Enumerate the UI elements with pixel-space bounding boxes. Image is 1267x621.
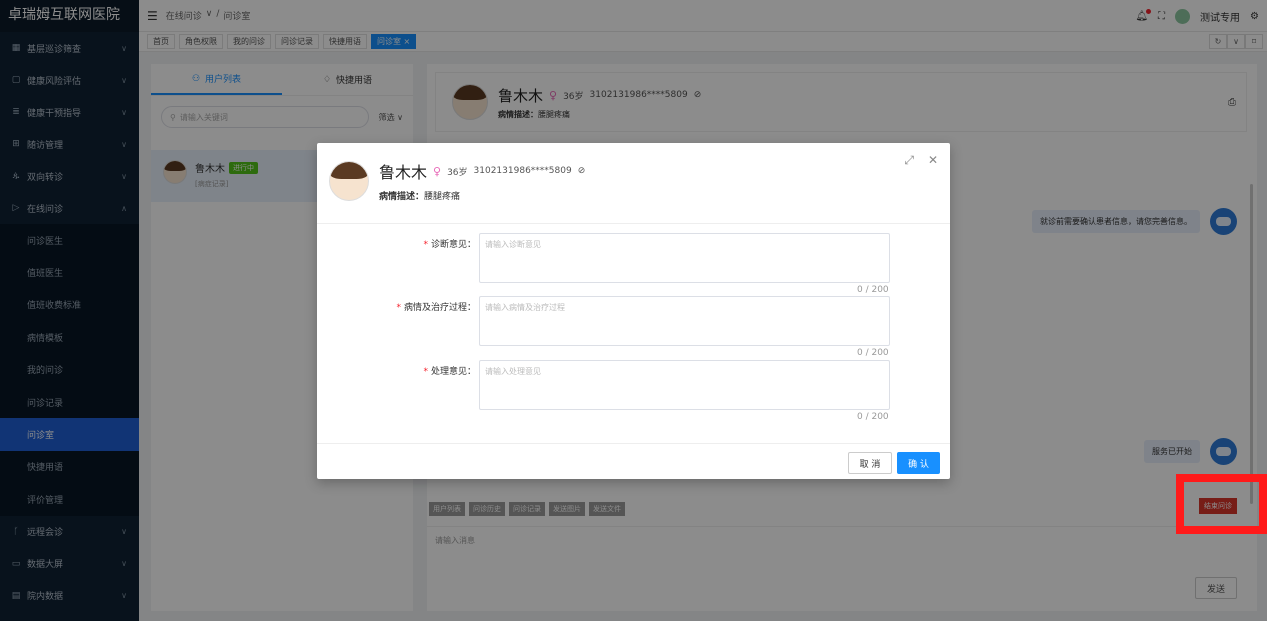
field-label: * 处理意见： xyxy=(423,364,476,377)
desc-value: 腰腿疼痛 xyxy=(424,192,461,202)
modal-footer: 取 消 确 认 xyxy=(317,443,950,479)
field-label-text: 病情及治疗过程： xyxy=(403,303,476,313)
char-counter: 0 / 200 xyxy=(857,285,889,295)
field-label-text: 诊断意见： xyxy=(430,240,476,250)
field-label-text: 处理意见： xyxy=(430,367,476,377)
handling-textarea[interactable]: 请输入处理意见 xyxy=(479,360,890,410)
textarea-placeholder: 请输入处理意见 xyxy=(485,367,541,376)
confirm-button[interactable]: 确 认 xyxy=(897,452,940,474)
desc-label: 病情描述： xyxy=(379,192,425,202)
required-mark: * xyxy=(423,367,428,377)
char-counter: 0 / 200 xyxy=(857,348,889,358)
divider xyxy=(317,223,950,224)
diagnosis-textarea[interactable]: 请输入诊断意见 xyxy=(479,233,890,283)
cancel-button[interactable]: 取 消 xyxy=(848,452,892,474)
eye-off-icon[interactable]: ⊘ xyxy=(578,166,586,176)
field-label: * 诊断意见： xyxy=(423,237,476,250)
required-mark: * xyxy=(423,240,428,250)
highlight-box xyxy=(1176,474,1267,534)
modal-controls: ⤢ ✕ xyxy=(904,153,938,168)
patient-id: 3102131986****5809 xyxy=(473,166,572,176)
patient-age: 36岁 xyxy=(447,167,468,178)
modal-header: 鲁木木 ♀ 36岁 3102131986****5809 ⊘ 病情描述：腰腿疼痛 xyxy=(329,159,585,202)
char-counter: 0 / 200 xyxy=(857,412,889,422)
close-icon[interactable]: ✕ xyxy=(928,153,938,168)
diagnosis-modal: 鲁木木 ♀ 36岁 3102131986****5809 ⊘ 病情描述：腰腿疼痛 ⤢ ✕… xyxy=(317,143,950,479)
required-mark: * xyxy=(396,303,401,313)
fullscreen-icon[interactable]: ⤢ xyxy=(904,153,914,168)
patient-name: 鲁木木 xyxy=(379,163,428,182)
avatar xyxy=(329,160,369,201)
textarea-placeholder: 请输入诊断意见 xyxy=(485,240,541,249)
textarea-placeholder: 请输入病情及治疗过程 xyxy=(485,303,565,312)
female-icon: ♀ xyxy=(433,164,442,178)
field-label: * 病情及治疗过程： xyxy=(396,300,476,313)
treatment-textarea[interactable]: 请输入病情及治疗过程 xyxy=(479,296,890,346)
